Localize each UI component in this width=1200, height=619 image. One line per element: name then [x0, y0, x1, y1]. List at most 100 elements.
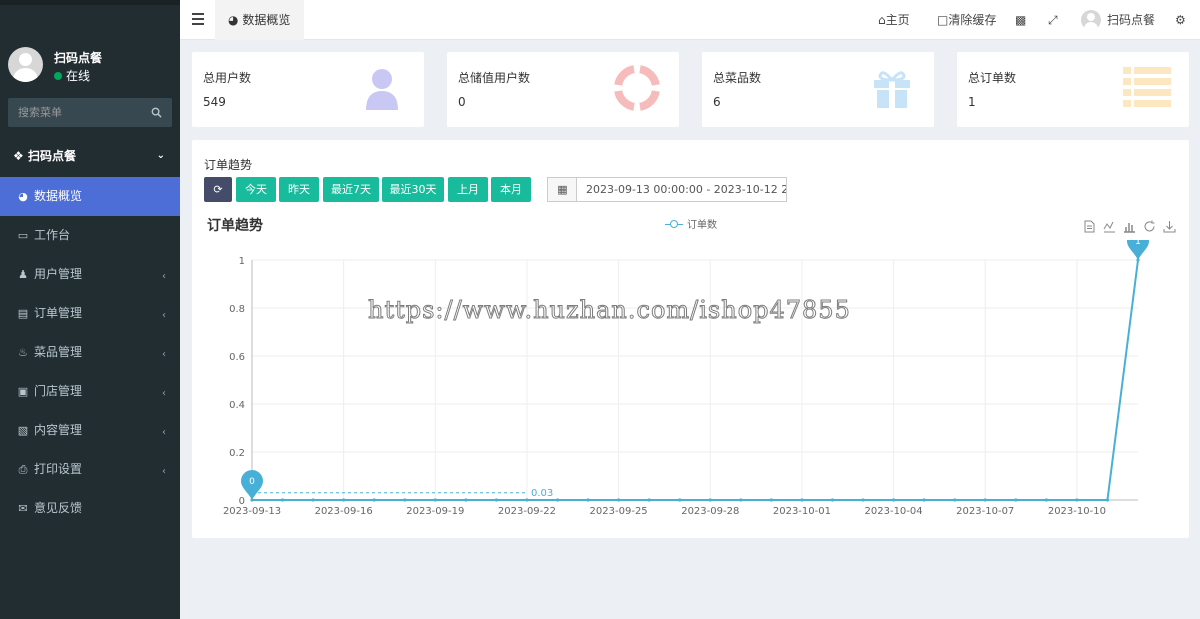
home-link[interactable]: ⌂主页 [878, 0, 910, 40]
pin-marker-label: 0 [249, 477, 255, 487]
filter-yesterday-button[interactable]: 昨天 [279, 177, 319, 202]
sidebar-item-label: 打印设置 [34, 462, 83, 476]
sidebar-item-orders[interactable]: ▤ 订单管理 ‹ [0, 294, 180, 333]
user-name: 扫码点餐 [54, 51, 103, 65]
sidebar-item-label: 内容管理 [34, 423, 83, 437]
series-point [708, 498, 712, 502]
x-tick-label: 2023-09-25 [590, 506, 648, 517]
home-icon: ⌂ [878, 13, 886, 27]
stat-value: 1 [968, 95, 976, 109]
sidebar-item-feedback[interactable]: ✉ 意见反馈 [0, 489, 180, 528]
download-icon[interactable] [1163, 220, 1176, 233]
dashboard-icon: ◕ [228, 13, 239, 27]
gift-icon [874, 71, 910, 108]
y-tick-label: 0.4 [229, 400, 245, 411]
series-point [739, 498, 743, 502]
y-tick-label: 0.6 [229, 352, 245, 363]
line-chart-icon[interactable] [1103, 220, 1116, 233]
search-input[interactable] [8, 98, 148, 127]
pin-marker-label: 1 [1135, 240, 1141, 247]
refresh-button[interactable]: ⟳ [204, 177, 232, 202]
list-icon: ▤ [17, 307, 29, 320]
filter-today-button[interactable]: 今天 [236, 177, 276, 202]
sidebar: 扫码点餐 在线 ❖ 扫码点餐 ⌄ ◕ 数据概览 ▭ 工作台 ♟ 用户管理 ‹ ▤ 订单管… [0, 0, 180, 619]
sidebar-item-users[interactable]: ♟ 用户管理 ‹ [0, 255, 180, 294]
chevron-left-icon: ‹ [162, 388, 166, 399]
stat-card-users: 总用户数 549 [192, 52, 424, 127]
filter-last30-button[interactable]: 最近30天 [382, 177, 444, 202]
fullscreen-button[interactable]: ⤢ [1048, 0, 1058, 40]
sidebar-item-workbench[interactable]: ▭ 工作台 [0, 216, 180, 255]
home-label: 主页 [885, 13, 910, 27]
sidebar-item-label: 订单管理 [34, 306, 83, 320]
series-point [769, 498, 773, 502]
comments-icon: ✉ [18, 502, 28, 515]
filter-last-month-button[interactable]: 上月 [448, 177, 488, 202]
series-point [922, 498, 926, 502]
series-point [1075, 498, 1079, 502]
legend-label: 订单数 [687, 220, 717, 231]
user-menu-label: 扫码点餐 [1107, 13, 1156, 27]
stat-card-stored-users: 总储值用户数 0 [447, 52, 679, 127]
sidebar-menu: ◕ 数据概览 ▭ 工作台 ♟ 用户管理 ‹ ▤ 订单管理 ‹ ♨ 菜品管理 ‹ ▣ 门店管理… [0, 177, 180, 528]
menu-section-header[interactable]: ❖ 扫码点餐 ⌄ [0, 137, 180, 175]
user-icon: ♟ [18, 268, 28, 281]
filter-last7-button[interactable]: 最近7天 [323, 177, 379, 202]
x-tick-label: 2023-09-19 [406, 506, 464, 517]
chevron-down-icon: ⌄ [156, 150, 165, 161]
sidebar-item-print[interactable]: ⎙ 打印设置 ‹ [0, 450, 180, 489]
panel-title: 订单趋势 [204, 158, 253, 172]
chevron-left-icon: ‹ [162, 271, 166, 282]
settings-button[interactable]: ⚙ [1175, 0, 1186, 40]
series-point [800, 498, 804, 502]
restore-icon[interactable] [1143, 220, 1156, 233]
trash-icon: □ [937, 13, 949, 27]
user-panel: 扫码点餐 在线 [8, 47, 178, 87]
topbar: ◕ 数据概览 ⌂主页 □清除缓存 ▩ ⤢ 扫码点餐 ⚙ [180, 0, 1200, 40]
language-button[interactable]: ▩ [1015, 0, 1026, 40]
clear-cache-button[interactable]: □清除缓存 [937, 0, 996, 40]
x-tick-label: 2023-10-04 [865, 506, 923, 517]
sidebar-item-dishes[interactable]: ♨ 菜品管理 ‹ [0, 333, 180, 372]
filter-this-month-button[interactable]: 本月 [491, 177, 531, 202]
bar-chart-icon[interactable] [1123, 220, 1136, 233]
series-point [525, 498, 529, 502]
series-point [647, 498, 651, 502]
x-tick-label: 2023-09-13 [223, 506, 281, 517]
stat-label: 总用户数 [203, 71, 252, 85]
x-tick-label: 2023-09-16 [315, 506, 373, 517]
series-point [891, 498, 896, 502]
series-point [1105, 498, 1110, 502]
sidebar-item-label: 门店管理 [34, 384, 83, 398]
series-point [494, 498, 499, 502]
dashboard-icon: ◕ [18, 190, 28, 203]
sidebar-top-strip [0, 0, 180, 5]
data-view-icon[interactable] [1083, 220, 1096, 233]
desktop-icon: ▭ [17, 229, 29, 242]
date-range-input[interactable]: 2023-09-13 00:00:00 - 2023-10-12 23:59:5 [576, 177, 787, 202]
x-tick-label: 2023-10-07 [956, 506, 1014, 517]
sidebar-item-content[interactable]: ▧ 内容管理 ‹ [0, 411, 180, 450]
list-icon [1123, 67, 1171, 107]
chevron-left-icon: ‹ [162, 310, 166, 321]
y-tick-label: 1 [239, 256, 245, 267]
x-tick-label: 2023-10-10 [1048, 506, 1106, 517]
average-mark-label: 0.03 [531, 488, 553, 499]
calendar-icon[interactable]: ▦ [547, 177, 577, 202]
sidebar-item-stores[interactable]: ▣ 门店管理 ‹ [0, 372, 180, 411]
series-point [953, 498, 957, 502]
sidebar-item-dashboard[interactable]: ◕ 数据概览 [0, 177, 180, 216]
series-point [678, 498, 682, 502]
chart-legend[interactable]: 订单数 [665, 216, 717, 231]
user-menu[interactable]: 扫码点餐 [1081, 0, 1155, 40]
series-point [1014, 498, 1018, 502]
order-trend-panel: 订单趋势 ⟳ 今天 昨天 最近7天 最近30天 上月 本月 ▦ 2023-09-… [192, 140, 1189, 538]
avatar [1081, 10, 1101, 30]
tab-dashboard[interactable]: ◕ 数据概览 [215, 0, 305, 40]
series-point [403, 498, 407, 502]
menu-toggle-icon[interactable] [192, 13, 204, 25]
search-icon[interactable] [151, 107, 162, 118]
refresh-icon: ⟳ [213, 183, 223, 196]
series-point [372, 498, 376, 502]
user-status-label: 在线 [66, 69, 91, 83]
